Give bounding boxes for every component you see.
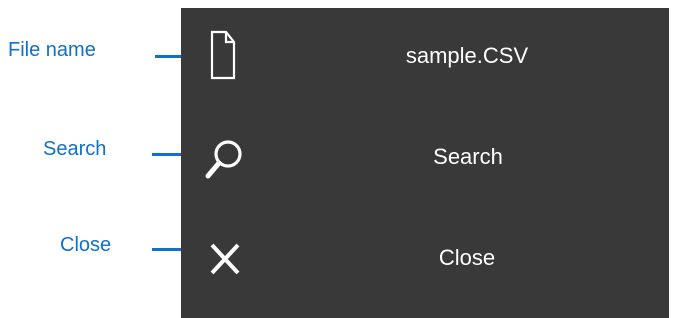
menu-panel: sample.CSV Search Close	[181, 8, 669, 318]
search-icon	[205, 124, 245, 189]
file-icon	[210, 30, 236, 85]
close-annotation: Close	[60, 234, 112, 256]
menu-item-file[interactable]: sample.CSV	[181, 8, 669, 108]
search-label: Search	[433, 144, 503, 169]
search-annotation: Search	[43, 138, 107, 160]
file-name-annotation: File name	[8, 39, 96, 61]
menu-item-close[interactable]: Close	[181, 208, 669, 308]
close-label: Close	[438, 245, 496, 270]
file-name-label: sample.CSV	[405, 43, 529, 68]
close-icon	[209, 242, 241, 281]
menu-item-search[interactable]: Search	[181, 108, 669, 208]
